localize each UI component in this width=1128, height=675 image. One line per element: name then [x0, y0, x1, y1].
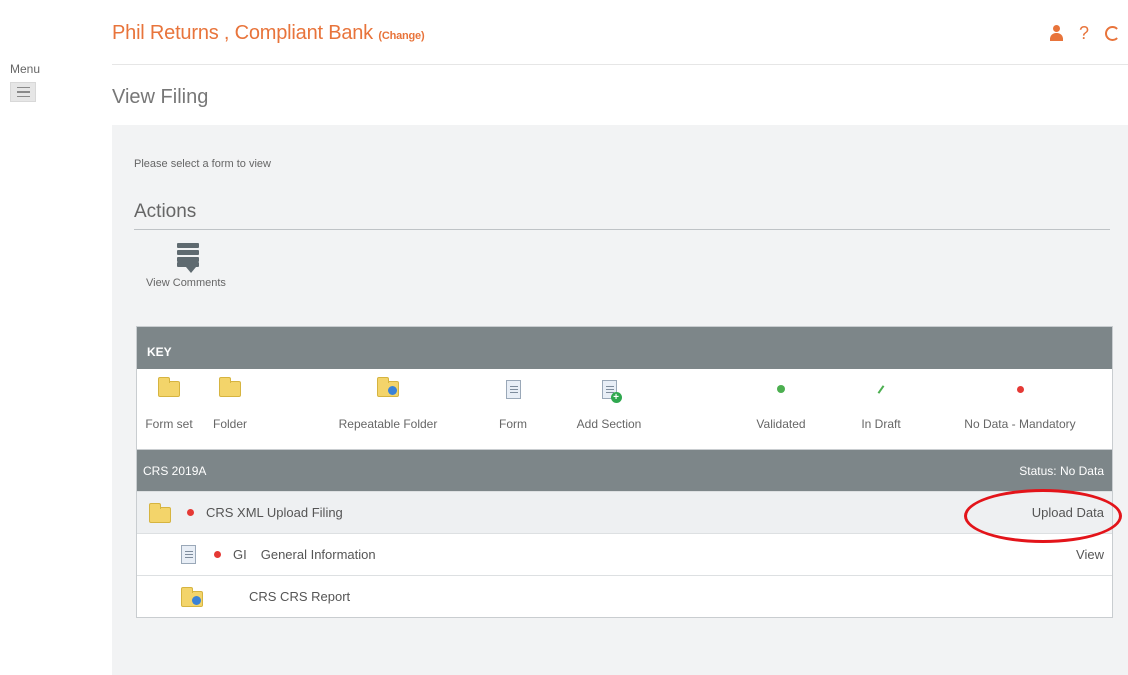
view-comments-label: View Comments [146, 277, 226, 289]
help-icon[interactable]: ? [1079, 24, 1089, 42]
side-menu: Menu [10, 62, 50, 102]
filing-section-header: CRS 2019A Status: No Data [137, 449, 1112, 491]
logout-icon[interactable] [1105, 25, 1120, 41]
page-title: View Filing [112, 86, 209, 108]
row-code: GI [233, 547, 247, 562]
brand-title: Phil Returns , Compliant Bank (Change) [112, 22, 425, 44]
actions-heading: Actions [134, 201, 197, 222]
hamburger-icon [16, 86, 30, 89]
section-status: Status: No Data [1019, 463, 1104, 478]
table-row[interactable]: CRS CRS Report [137, 575, 1112, 617]
validated-icon [777, 385, 785, 393]
menu-button[interactable] [10, 82, 36, 102]
key-item-validated: Validated [741, 369, 821, 431]
top-icons: ? [1049, 24, 1120, 42]
add-section-icon [601, 379, 622, 403]
form-icon [181, 545, 196, 564]
key-item-folder: Folder [205, 369, 255, 431]
main-panel: Please select a form to view Actions Vie… [112, 125, 1128, 675]
key-legend: Form set Folder Repeatable Folder Form A… [137, 369, 1112, 449]
form-set-icon [149, 502, 171, 523]
key-item-no-data-mandatory: No Data - Mandatory [935, 369, 1105, 431]
view-comments-button[interactable]: View Comments [138, 243, 238, 289]
row-label: CRS XML Upload Filing [206, 505, 343, 520]
form-icon [505, 379, 521, 399]
table-row[interactable]: GI General Information View [137, 533, 1112, 575]
key-item-form: Form [493, 369, 533, 431]
user-icon[interactable] [1049, 25, 1063, 41]
menu-label: Menu [10, 62, 41, 76]
key-item-form-set: Form set [143, 369, 195, 431]
row-label: CRS CRS Report [249, 589, 351, 604]
section-name: CRS 2019A [143, 463, 207, 478]
form-set-icon [158, 377, 180, 397]
repeatable-folder-icon [377, 377, 399, 397]
in-draft-icon [877, 384, 885, 394]
upload-data-button[interactable]: Upload Data [1032, 505, 1104, 520]
row-label: General Information [260, 547, 376, 562]
header-divider [112, 64, 1128, 65]
no-data-mandatory-icon [1016, 385, 1024, 393]
no-data-mandatory-icon [214, 551, 221, 558]
no-data-mandatory-icon [187, 509, 194, 516]
actions-divider [134, 229, 1110, 230]
key-item-in-draft: In Draft [841, 369, 921, 431]
key-item-repeatable-folder: Repeatable Folder [313, 369, 463, 431]
key-item-add-section: Add Section [557, 369, 661, 431]
filing-table: KEY Form set Folder Repeatable Folder Fo… [136, 326, 1113, 618]
view-link[interactable]: View [1076, 547, 1104, 562]
repeatable-folder-icon [181, 586, 203, 607]
top-bar: Phil Returns , Compliant Bank (Change) ? [112, 22, 1128, 62]
instruction-text: Please select a form to view [134, 158, 271, 170]
brand-text: Phil Returns , Compliant Bank [112, 22, 373, 44]
folder-icon [219, 377, 241, 397]
change-link[interactable]: (Change) [378, 30, 424, 42]
key-header: KEY [137, 327, 1112, 369]
comments-icon [177, 243, 199, 273]
table-row[interactable]: CRS XML Upload Filing Upload Data [137, 491, 1112, 533]
